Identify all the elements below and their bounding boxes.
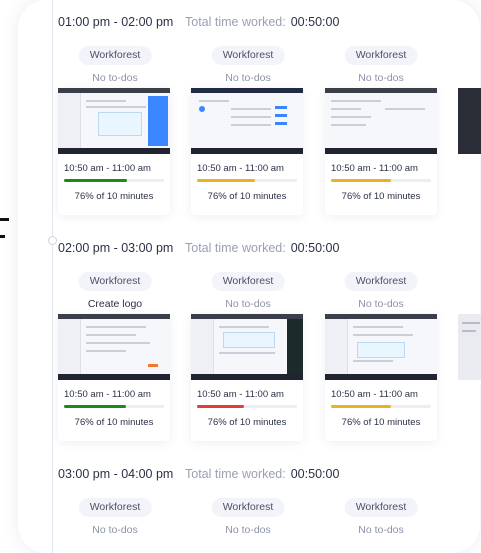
time-range: 10:50 am - 11:00 am	[197, 163, 284, 174]
activity-bar	[64, 405, 164, 408]
hour-header: 03:00 pm - 04:00 pm Total time worked: 0…	[58, 464, 339, 484]
screenshot-thumbnail[interactable]	[191, 314, 303, 380]
project-pill[interactable]: Workforest	[78, 272, 152, 291]
screenshot-card[interactable]: 10:50 am - 11:00 am 76% of 10 minutes	[191, 314, 303, 441]
activity-text: 76% of 10 minutes	[207, 191, 287, 202]
project-pill[interactable]: Workforest	[211, 46, 285, 65]
todo-text: No to-dos	[92, 72, 138, 84]
total-time-label: Total time worked:	[185, 467, 286, 481]
screenshot-card[interactable]: 10:50 am - 11:00 am 76% of 10 minutes	[58, 88, 170, 215]
edge-marker	[0, 235, 5, 238]
project-pill[interactable]: Workforest	[211, 272, 285, 291]
todo-text: No to-dos	[225, 298, 271, 310]
hour-range: 02:00 pm - 03:00 pm	[58, 241, 174, 255]
project-pill[interactable]: Workforest	[78, 498, 152, 517]
timeline-node	[48, 236, 57, 245]
activity-bar	[331, 179, 431, 182]
todo-text: Create logo	[87, 298, 143, 310]
screenshot-thumbnail[interactable]	[58, 88, 170, 154]
project-pill[interactable]: Workforest	[78, 46, 152, 65]
time-range: 10:50 am - 11:00 am	[64, 163, 151, 174]
screenshot-card[interactable]: 10:50 am - 11:00 am 76% of 10 minutes	[191, 88, 303, 215]
hour-range: 03:00 pm - 04:00 pm	[58, 467, 174, 481]
todo-text: No to-dos	[92, 524, 138, 536]
hour-header: 02:00 pm - 03:00 pm Total time worked: 0…	[58, 238, 339, 258]
total-time-value: 00:50:00	[290, 15, 340, 29]
screenshot-card-peek[interactable]	[458, 88, 481, 158]
screenshot-thumbnail[interactable]	[191, 88, 303, 154]
screenshot-card-peek[interactable]	[458, 314, 481, 384]
activity-text: 76% of 10 minutes	[74, 417, 154, 428]
todo-text: No to-dos	[358, 524, 404, 536]
hour-header: 01:00 pm - 02:00 pm Total time worked: 0…	[58, 12, 339, 32]
screenshot-card[interactable]: 10:50 am - 11:00 am 76% of 10 minutes	[325, 314, 437, 441]
total-time-label: Total time worked:	[185, 15, 286, 29]
activity-text: 76% of 10 minutes	[207, 417, 287, 428]
activity-bar	[331, 405, 431, 408]
screenshot-card[interactable]: 10:50 am - 11:00 am 76% of 10 minutes	[58, 314, 170, 441]
time-range: 10:50 am - 11:00 am	[64, 389, 151, 400]
time-range: 10:50 am - 11:00 am	[331, 163, 418, 174]
screenshot-thumbnail[interactable]	[325, 88, 437, 154]
activity-text: 76% of 10 minutes	[341, 191, 421, 202]
activity-text: 76% of 10 minutes	[74, 191, 154, 202]
todo-text: No to-dos	[225, 524, 271, 536]
activity-bar	[197, 179, 297, 182]
time-range: 10:50 am - 11:00 am	[197, 389, 284, 400]
project-pill[interactable]: Workforest	[211, 498, 285, 517]
hour-range: 01:00 pm - 02:00 pm	[58, 15, 174, 29]
timeline-line	[52, 0, 53, 553]
todo-text: No to-dos	[358, 72, 404, 84]
screenshot-thumbnail[interactable]	[58, 314, 170, 380]
todo-text: No to-dos	[358, 298, 404, 310]
project-pill[interactable]: Workforest	[344, 46, 418, 65]
project-pill[interactable]: Workforest	[344, 272, 418, 291]
project-pill[interactable]: Workforest	[344, 498, 418, 517]
total-time-value: 00:50:00	[290, 467, 340, 481]
activity-bar	[64, 179, 164, 182]
todo-text: No to-dos	[225, 72, 271, 84]
time-range: 10:50 am - 11:00 am	[331, 389, 418, 400]
total-time-value: 00:50:00	[290, 241, 340, 255]
screenshot-card[interactable]: 10:50 am - 11:00 am 76% of 10 minutes	[325, 88, 437, 215]
activity-bar	[197, 405, 297, 408]
edge-marker	[0, 218, 9, 221]
total-time-label: Total time worked:	[185, 241, 286, 255]
screenshot-thumbnail[interactable]	[325, 314, 437, 380]
activity-text: 76% of 10 minutes	[341, 417, 421, 428]
